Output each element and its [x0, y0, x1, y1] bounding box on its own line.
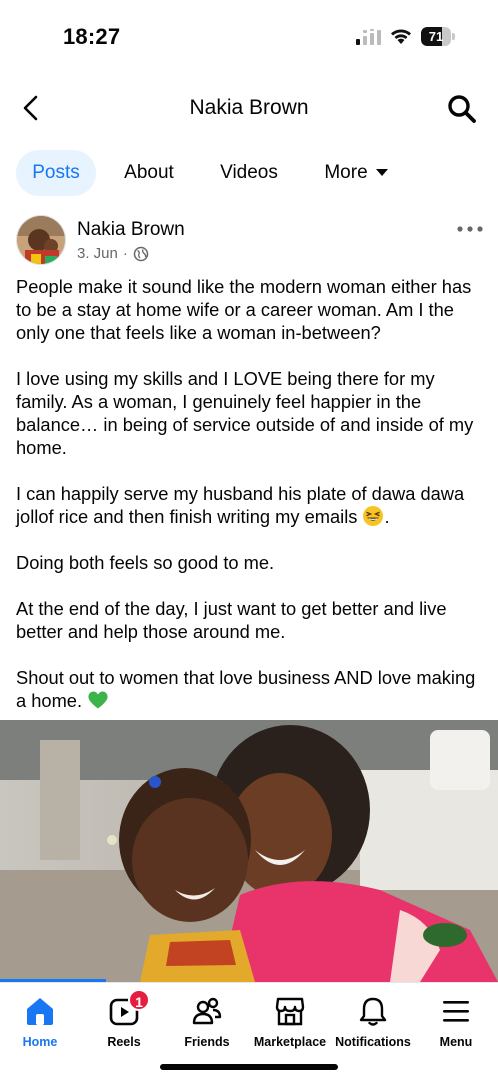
post-paragraph: I love using my skills and I LOVE being … [16, 368, 474, 458]
post-paragraph: Doing both feels so good to me. [16, 552, 275, 573]
status-time: 18:27 [63, 24, 121, 49]
tab-more[interactable]: More [308, 150, 404, 196]
marketplace-icon [275, 997, 305, 1026]
avatar[interactable] [16, 215, 66, 265]
post-date[interactable]: 3. Jun [77, 245, 118, 262]
post-paragraph: I can happily serve my husband his plate… [16, 482, 488, 528]
meta-separator: · [122, 245, 128, 262]
post-paragraph-text: Shout out to women that love business AN… [16, 667, 476, 711]
nav-home[interactable]: Home [0, 991, 82, 1053]
post-author-name[interactable]: Nakia Brown [77, 219, 185, 241]
post-paragraph: At the end of the day, I just want to ge… [16, 598, 447, 642]
menu-icon [443, 1001, 469, 1022]
nav-reels[interactable]: 1 Reels [82, 989, 166, 1053]
nav-marketplace[interactable]: Marketplace [248, 991, 332, 1053]
nav-home-label: Home [22, 1035, 58, 1049]
nav-menu[interactable]: Menu [414, 991, 498, 1053]
nav-menu-label: Menu [439, 1035, 473, 1049]
emoji-suffix: . [384, 506, 390, 527]
tab-more-label: More [324, 162, 368, 183]
nav-friends[interactable]: Friends [165, 991, 249, 1053]
post-paragraph-text: I can happily serve my husband his plate… [16, 483, 465, 527]
friends-icon [192, 997, 222, 1025]
nav-notifications[interactable]: Notifications [331, 991, 415, 1053]
tab-videos-label: Videos [220, 162, 278, 183]
reels-badge: 1 [128, 989, 150, 1011]
caret-down-icon [375, 169, 388, 177]
tab-posts-label: Posts [32, 162, 80, 183]
search-icon[interactable] [446, 93, 478, 125]
post-photo[interactable] [0, 720, 498, 982]
nav-friends-label: Friends [184, 1035, 230, 1049]
wifi-icon [391, 29, 411, 44]
profile-tabs: Posts About Videos More [0, 150, 498, 198]
bell-icon [359, 997, 387, 1026]
tab-videos[interactable]: Videos [204, 150, 294, 196]
tab-about[interactable]: About [108, 150, 190, 196]
battery-icon: 71 [421, 27, 455, 46]
cellular-signal-icon [356, 29, 381, 45]
tab-posts[interactable]: Posts [16, 150, 96, 196]
tab-about-label: About [124, 162, 174, 183]
post-paragraph: Shout out to women that love business AN… [16, 666, 488, 712]
status-bar: 18:27 71 [0, 0, 498, 74]
green-heart-emoji-icon [88, 691, 108, 709]
post-paragraph: People make it sound like the modern wom… [16, 276, 472, 343]
post-body: People make it sound like the modern wom… [16, 275, 488, 712]
home-icon [27, 998, 53, 1025]
page-title: Nakia Brown [189, 96, 309, 119]
nav-marketplace-label: Marketplace [253, 1035, 327, 1049]
profile-header: Nakia Brown [0, 74, 498, 144]
post-meta: 3. Jun · [77, 245, 149, 262]
nav-reels-label: Reels [107, 1035, 141, 1049]
nav-notifications-label: Notifications [335, 1035, 411, 1049]
grinning-squinting-face-emoji-icon [363, 506, 384, 526]
battery-percent: 71 [428, 29, 444, 44]
globe-icon [133, 246, 149, 261]
more-options-icon[interactable] [456, 222, 484, 236]
home-indicator [160, 1064, 338, 1070]
